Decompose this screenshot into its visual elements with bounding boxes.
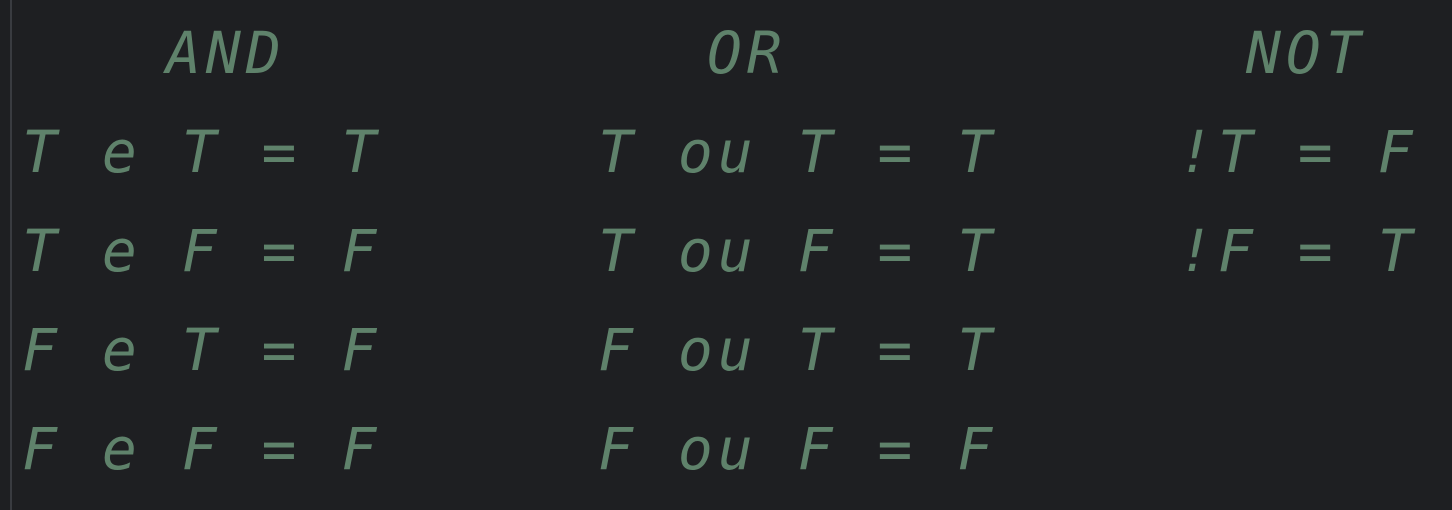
code-line-row-3: F e T = F F ou T = T [0, 305, 1452, 395]
header-and: AND [166, 19, 286, 87]
code-line-row-2: T e F = F T ou F = T !F = T [0, 206, 1452, 296]
and-row-3: F e T = F [22, 316, 382, 384]
or-row-3: F ou T = T [598, 316, 998, 384]
and-row-4: F e F = F [22, 415, 382, 483]
code-line-headers: AND OR NOT [0, 8, 1452, 98]
not-row-2: !F = T [1178, 217, 1418, 285]
or-row-4: F ou F = F [598, 415, 998, 483]
code-line-row-4: F e F = F F ou F = F [0, 404, 1452, 494]
or-row-1: T ou T = T [598, 118, 998, 186]
code-editor[interactable]: AND OR NOT T e T = T T ou T = T !T = F T… [0, 0, 1452, 510]
not-row-1: !T = F [1178, 118, 1418, 186]
or-row-2: T ou F = T [598, 217, 998, 285]
and-row-1: T e T = T [22, 118, 382, 186]
header-or: OR [707, 19, 787, 87]
and-row-2: T e F = F [22, 217, 382, 285]
code-line-row-1: T e T = T T ou T = T !T = F [0, 107, 1452, 197]
header-not: NOT [1246, 19, 1366, 87]
